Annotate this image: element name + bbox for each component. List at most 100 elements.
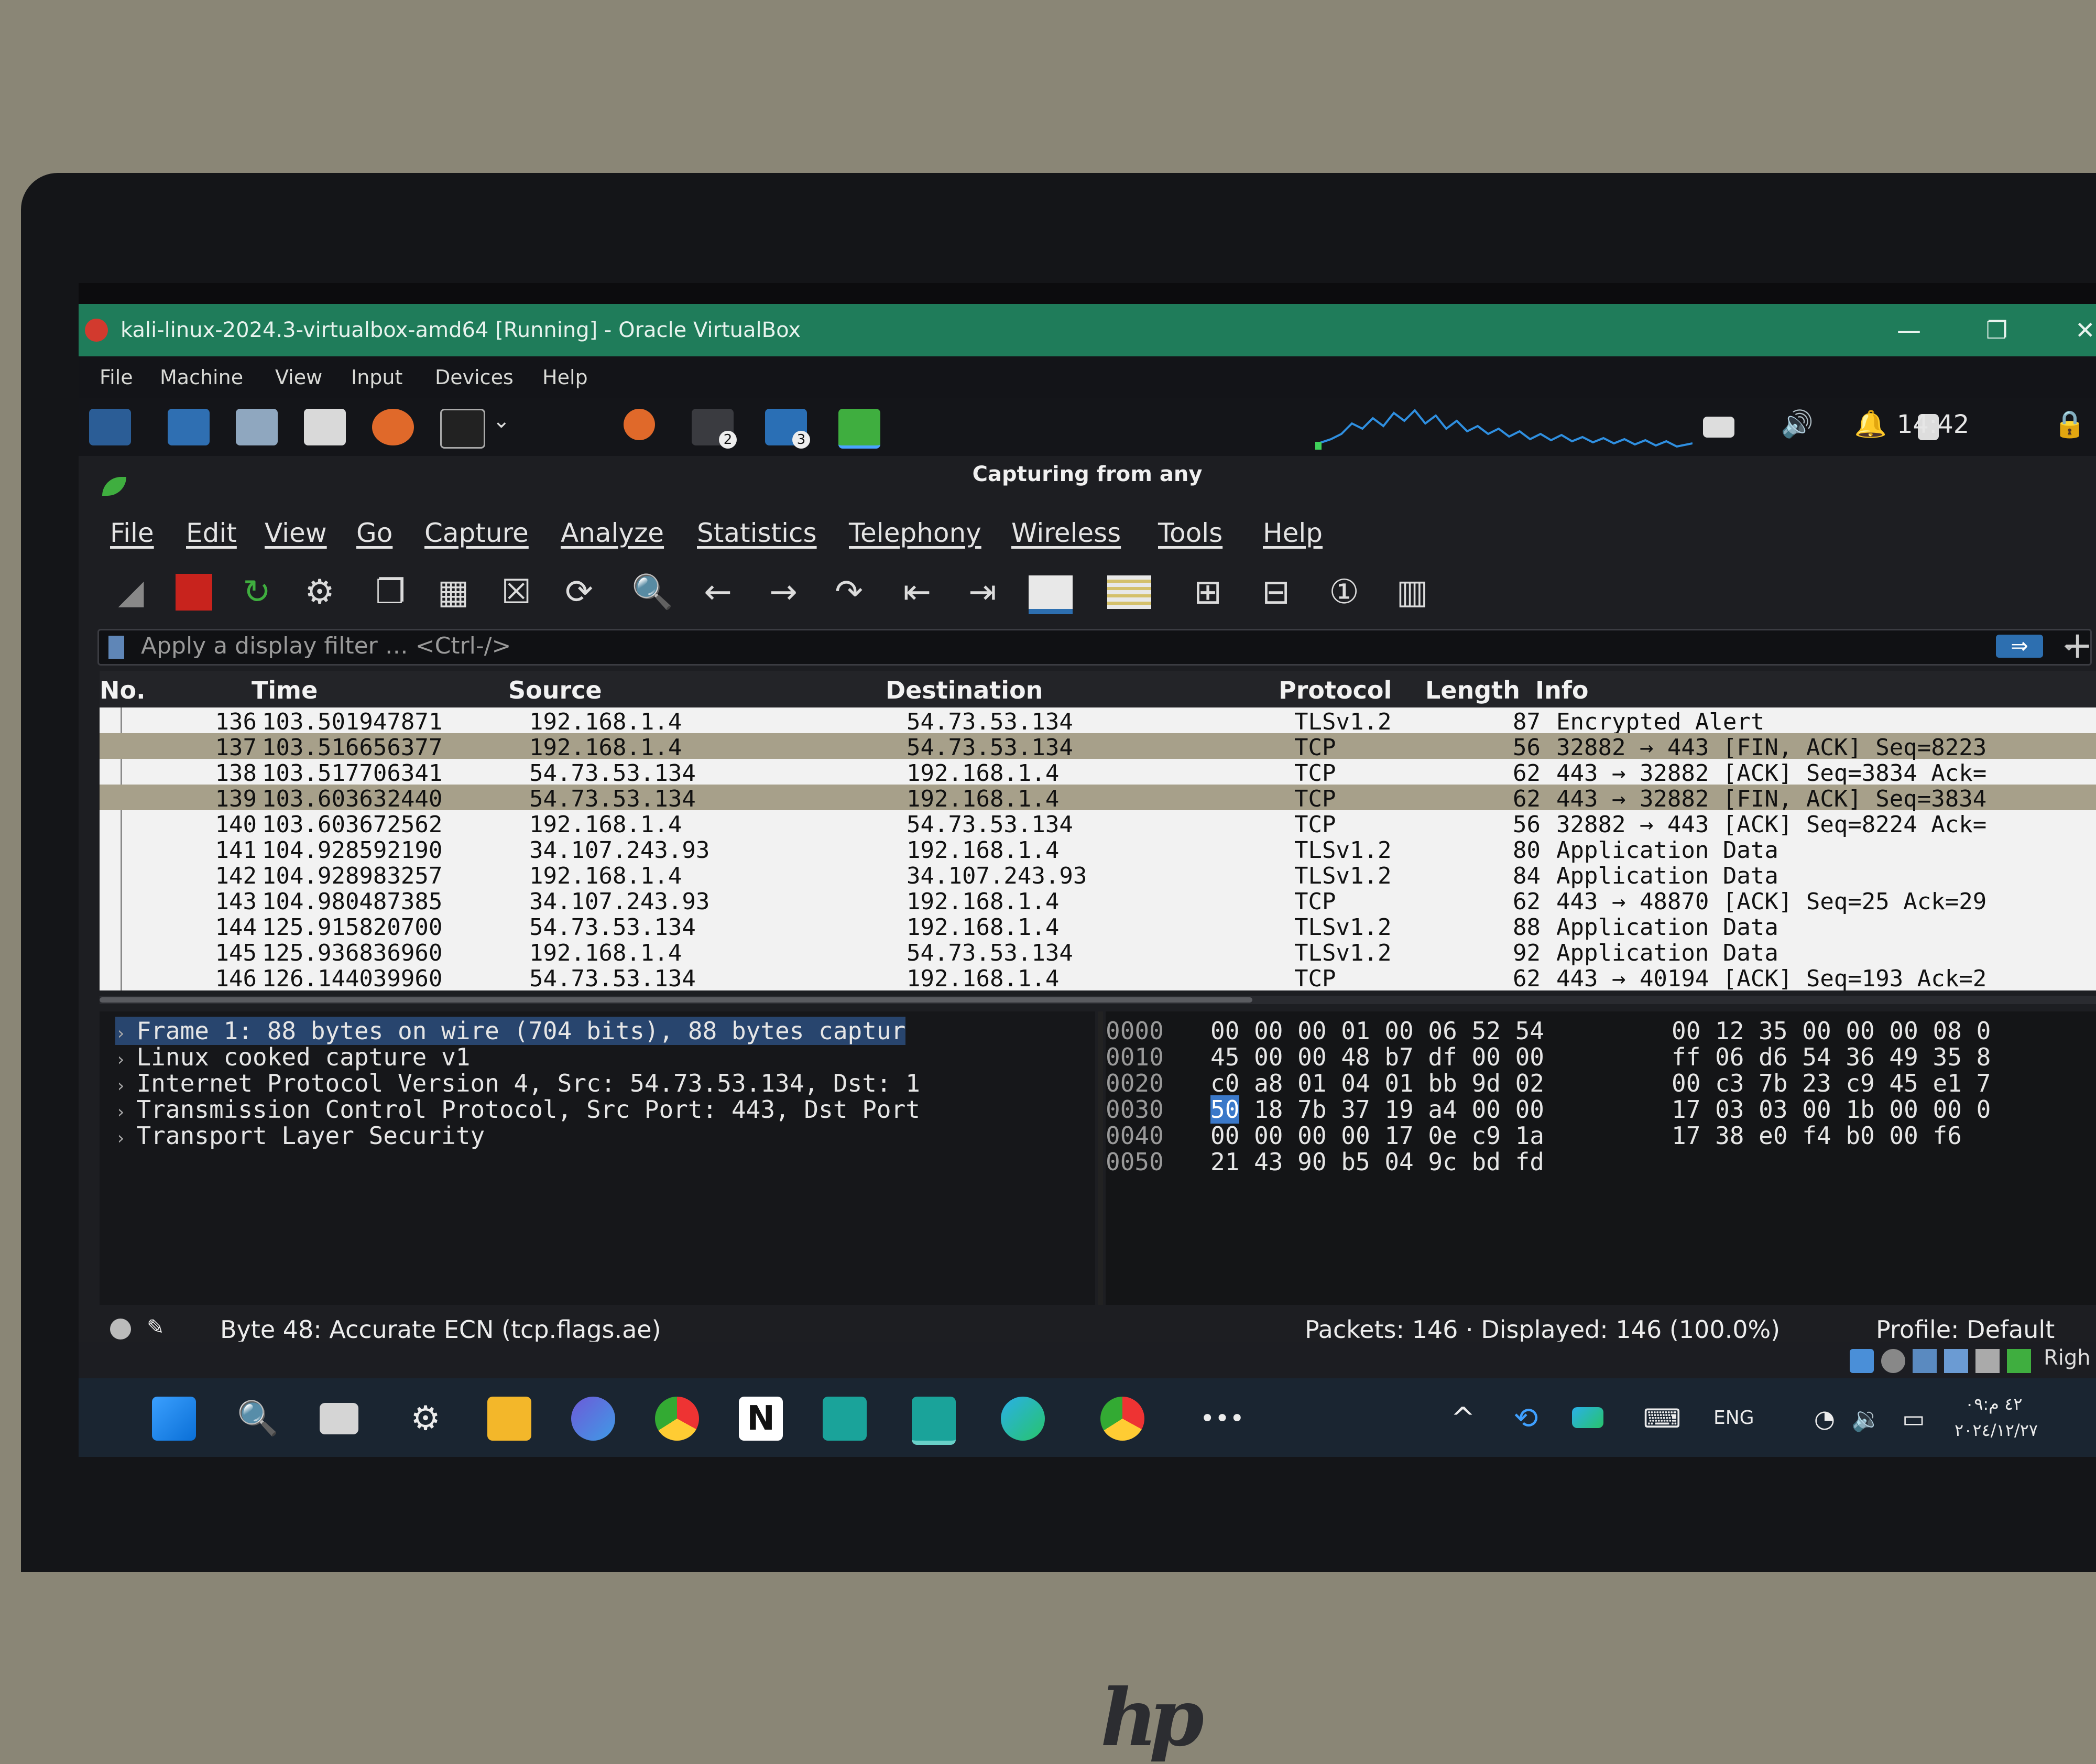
normal-size-icon[interactable]: ①	[1320, 571, 1368, 613]
detail-tls[interactable]: › Transport Layer Security	[115, 1121, 485, 1150]
packet-row[interactable]: 146 126.144039960 54.73.53.134 192.168.1.4 T…	[100, 964, 2096, 990]
packet-row[interactable]: 143 104.980487385 34.107.243.93 192.168.1.4…	[100, 887, 2096, 915]
files-window-icon[interactable]: 3	[765, 409, 810, 449]
chrome-icon[interactable]	[655, 1397, 699, 1441]
detail-frame[interactable]: › Frame 1: 88 bytes on wire (704 bits), 8…	[115, 1017, 906, 1045]
settings-gear-icon[interactable]: ⚙	[403, 1397, 447, 1441]
status-profile[interactable]: Profile: Default	[1876, 1315, 2055, 1344]
open-file-icon[interactable]: ❐	[367, 571, 414, 613]
volume-icon[interactable]: 🔉	[1844, 1397, 1888, 1441]
add-filter-button-icon[interactable]: +	[2062, 624, 2093, 667]
kali-menu-icon[interactable]	[89, 409, 131, 445]
find-packet-icon[interactable]: 🔍	[629, 571, 676, 613]
zoom-out-icon[interactable]: ⊟	[1252, 571, 1300, 613]
volume-icon[interactable]: 🔊	[1776, 409, 1818, 445]
display-filter-input[interactable]: Apply a display filter … <Ctrl-/> ⇒ ⌄	[97, 629, 2092, 666]
last-packet-icon[interactable]: ⇥	[959, 571, 1006, 613]
col-header-destination[interactable]: Destination	[886, 676, 1043, 704]
ws-menu-edit[interactable]: Edit	[186, 518, 237, 548]
edge-icon[interactable]	[1001, 1397, 1045, 1441]
colorize-icon[interactable]	[1107, 575, 1151, 609]
vbox-menu-devices[interactable]: Devices	[435, 366, 514, 389]
ws-menu-statistics[interactable]: Statistics	[697, 518, 817, 548]
keyboard-icon[interactable]: ⌨	[1640, 1397, 1684, 1441]
packet-row[interactable]: 141 104.928592190 34.107.243.93 192.168.1.4…	[100, 836, 2096, 864]
capture-options-icon[interactable]: ⚙	[296, 571, 343, 613]
selected-byte[interactable]: 50	[1210, 1095, 1240, 1124]
chrome-profile-icon[interactable]	[1100, 1397, 1144, 1441]
ws-menu-wireless[interactable]: Wireless	[1011, 518, 1121, 548]
taskbar-date[interactable]: ٢٠٢٤/١٢/٢٧	[1955, 1420, 2038, 1440]
packet-row[interactable]: 138 103.517706341 54.73.53.134 192.168.1.4 T…	[100, 759, 2096, 787]
col-header-no[interactable]: No.	[100, 676, 146, 704]
language-indicator[interactable]: ENG	[1713, 1407, 1754, 1429]
lock-icon[interactable]: 🔒	[2049, 409, 2091, 445]
terminal-icon[interactable]	[440, 409, 485, 449]
stop-capture-button[interactable]	[176, 574, 212, 611]
firefox-window-icon[interactable]	[624, 409, 655, 440]
vbox-menu-file[interactable]: File	[100, 366, 133, 389]
filter-bookmark-icon[interactable]	[108, 636, 124, 659]
col-header-time[interactable]: Time	[252, 676, 318, 704]
save-file-icon[interactable]: ▦	[430, 571, 477, 613]
zoom-in-icon[interactable]: ⊞	[1184, 571, 1231, 613]
notification-bell-icon[interactable]: 🔔	[1850, 409, 1892, 445]
vbox-menu-input[interactable]: Input	[351, 366, 402, 389]
scrollbar-thumb[interactable]	[100, 997, 1252, 1003]
vbox-menu-view[interactable]: View	[275, 366, 322, 389]
col-header-protocol[interactable]: Protocol	[1279, 676, 1392, 704]
packet-list-scrollbar[interactable]	[100, 996, 2096, 1004]
packet-row[interactable]: 145 125.936836960 192.168.1.4 54.73.53.134 T…	[100, 939, 2096, 966]
taskbar-time[interactable]: ۰۹:٤٢ م	[1965, 1394, 2023, 1414]
optical-drive-icon[interactable]	[1881, 1349, 1905, 1373]
edge-tray-icon[interactable]	[1572, 1407, 1603, 1428]
more-apps-icon[interactable]: •••	[1200, 1397, 1244, 1441]
detail-tcp[interactable]: › Transmission Control Protocol, Src Port…	[115, 1095, 920, 1124]
audio-icon[interactable]	[1913, 1349, 1937, 1373]
close-button[interactable]: ✕	[2075, 304, 2095, 356]
first-packet-icon[interactable]: ⇤	[893, 571, 941, 613]
go-forward-icon[interactable]: →	[760, 571, 807, 613]
ws-menu-telephony[interactable]: Telephony	[849, 518, 981, 548]
files-icon[interactable]	[236, 409, 278, 445]
usb-icon[interactable]	[1975, 1349, 2000, 1373]
battery-icon[interactable]: ▭	[1892, 1397, 1936, 1441]
terminal-window-icon[interactable]: 2	[692, 409, 737, 449]
restart-capture-icon[interactable]: ↻	[233, 571, 280, 613]
notion-icon[interactable]: N	[739, 1397, 783, 1441]
packet-row[interactable]: 142 104.928983257 192.168.1.4 34.107.243.93…	[100, 862, 2096, 889]
search-icon[interactable]: 🔍	[236, 1397, 280, 1441]
resize-columns-icon[interactable]: ▥	[1389, 571, 1436, 613]
virtualbox-active-taskbar-icon[interactable]	[912, 1397, 956, 1445]
expert-info-icon[interactable]	[110, 1319, 131, 1340]
text-editor-icon[interactable]	[304, 409, 346, 445]
wireshark-window-icon[interactable]	[838, 409, 880, 449]
restore-button[interactable]: ❐	[1986, 304, 2007, 356]
packet-row[interactable]: 144 125.915820700 54.73.53.134 192.168.1.4 T…	[100, 913, 2096, 941]
col-header-length[interactable]: Length	[1425, 676, 1520, 704]
network-icon[interactable]	[1944, 1349, 1968, 1373]
vbox-menu-help[interactable]: Help	[542, 366, 588, 389]
go-back-icon[interactable]: ←	[694, 571, 741, 613]
go-to-packet-icon[interactable]: ↷	[825, 571, 872, 613]
vbox-menu-machine[interactable]: Machine	[160, 366, 243, 389]
detail-ipv4[interactable]: › Internet Protocol Version 4, Src: 54.73…	[115, 1069, 920, 1097]
expand-arrow-icon[interactable]: ›	[115, 1128, 126, 1149]
minimize-button[interactable]: —	[1897, 304, 1921, 356]
expand-arrow-icon[interactable]: ›	[115, 1023, 126, 1044]
packet-row[interactable]: 140 103.603672562 192.168.1.4 54.73.53.134 T…	[100, 810, 2096, 838]
expand-arrow-icon[interactable]: ›	[115, 1075, 126, 1096]
display-icon[interactable]	[1703, 417, 1734, 438]
ws-menu-tools[interactable]: Tools	[1158, 518, 1222, 548]
virtualbox-taskbar-icon[interactable]	[823, 1397, 867, 1441]
firefox-icon[interactable]	[372, 409, 414, 445]
close-file-icon[interactable]: ☒	[493, 571, 540, 613]
ws-menu-capture[interactable]: Capture	[424, 518, 529, 548]
ws-menu-go[interactable]: Go	[356, 518, 392, 548]
hard-disk-icon[interactable]	[1850, 1349, 1874, 1373]
ws-menu-file[interactable]: File	[110, 518, 154, 548]
auto-scroll-icon[interactable]	[1029, 575, 1073, 614]
reload-file-icon[interactable]: ⟳	[555, 571, 603, 613]
col-header-source[interactable]: Source	[508, 676, 602, 704]
start-button-icon[interactable]	[152, 1397, 196, 1441]
